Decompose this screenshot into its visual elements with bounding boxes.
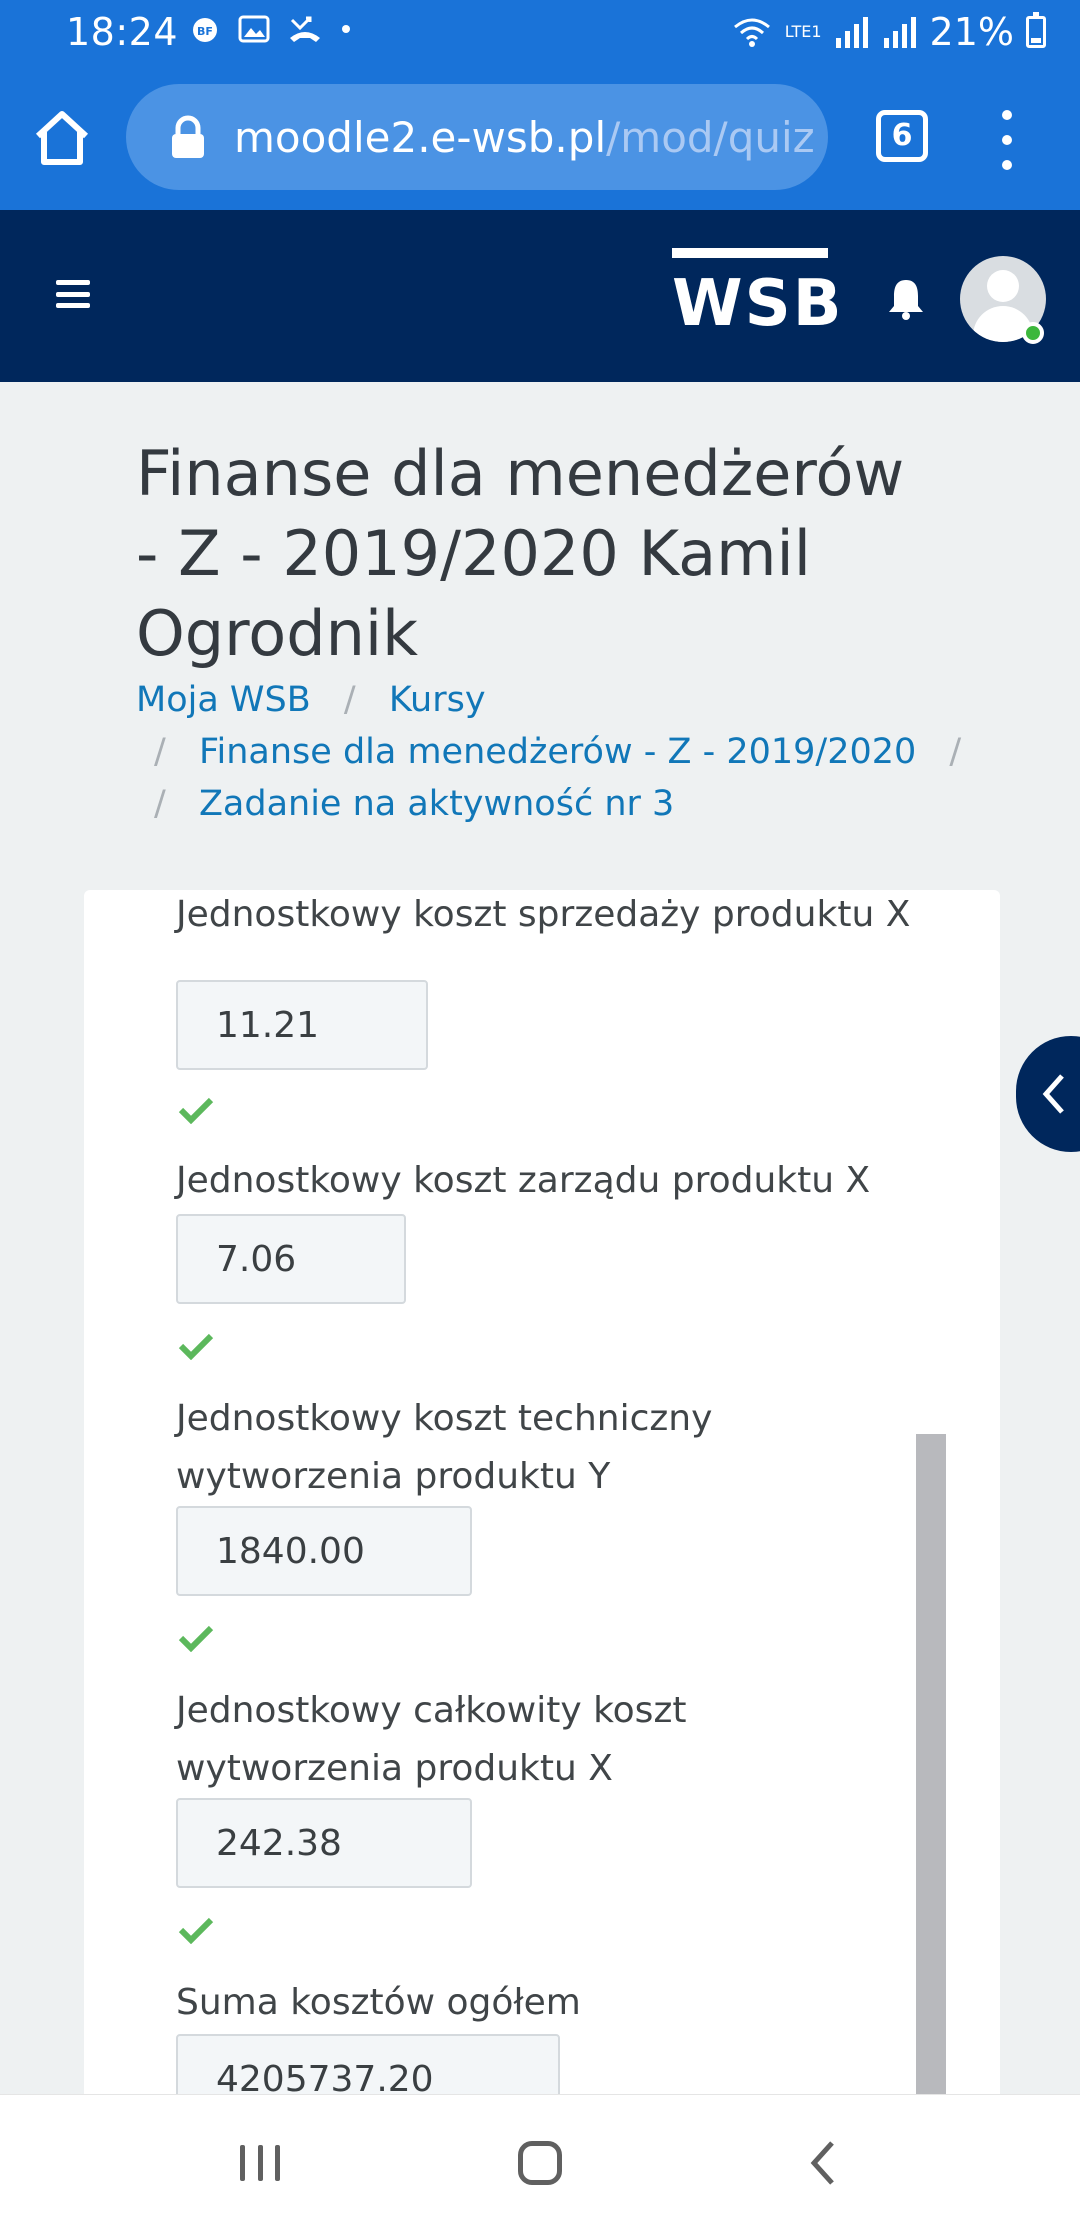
home-icon[interactable] — [30, 106, 94, 170]
lock-icon — [172, 115, 204, 158]
dot-icon — [342, 25, 350, 33]
answer-input-admin-cost-x[interactable]: 7.06 — [176, 1214, 406, 1304]
hamburger-menu-icon[interactable] — [56, 280, 90, 308]
correct-check-icon — [178, 1333, 214, 1360]
browser-toolbar: moodle2.e-wsb.pl/mod/quiz 6 — [0, 66, 1080, 210]
chevron-left-icon — [1042, 1074, 1064, 1114]
quiz-card: Jednostkowy koszt sprzedaży produktu X 1… — [84, 890, 1000, 2190]
scrollbar[interactable] — [916, 1434, 946, 2190]
correct-check-icon — [178, 1917, 214, 1944]
breadcrumb-separator: / — [949, 732, 962, 772]
notification-icons: BF — [190, 14, 352, 44]
more-menu-icon[interactable] — [990, 110, 1024, 170]
battery-percent: 21% — [929, 10, 1014, 54]
drawer-toggle-button[interactable] — [1016, 1036, 1080, 1152]
url-text: moodle2.e-wsb.pl/mod/quiz — [234, 113, 815, 162]
answer-input-total-cost-x[interactable]: 242.38 — [176, 1798, 472, 1888]
breadcrumb-separator: / — [154, 732, 166, 772]
back-icon[interactable] — [806, 2139, 840, 2187]
breadcrumb-separator: / — [154, 784, 166, 824]
home-button-icon[interactable] — [518, 2141, 562, 2185]
tab-switcher-button[interactable]: 6 — [876, 110, 928, 162]
online-status-dot — [1022, 322, 1044, 344]
field-label-total-cost-x: Jednostkowy całkowity koszt wytworzenia … — [176, 1690, 687, 1789]
system-indicators: LTE1 21% — [731, 10, 1046, 54]
wifi-icon — [733, 18, 770, 47]
url-path: /mod/quiz — [606, 112, 815, 162]
page-title: Finanse dla menedżerów - Z - 2019/2020 K… — [136, 437, 905, 670]
breadcrumb-link-course[interactable]: Finanse dla menedżerów - Z - 2019/2020 — [199, 732, 916, 772]
network-label: LTE1 — [784, 22, 822, 41]
answer-input-technical-cost-y[interactable]: 1840.00 — [176, 1506, 472, 1596]
url-host: moodle2.e-wsb.pl — [234, 112, 607, 162]
field-label-technical-cost-y: Jednostkowy koszt techniczny wytworzenia… — [176, 1398, 713, 1497]
status-time: 18:24 — [66, 10, 179, 54]
correct-check-icon — [178, 1625, 214, 1652]
image-icon — [238, 15, 270, 43]
svg-text:BF: BF — [197, 25, 213, 38]
field-label-admin-cost-x: Jednostkowy koszt zarządu produktu X — [176, 1160, 871, 1201]
breadcrumb-link-activity[interactable]: Zadanie na aktywność nr 3 — [199, 784, 674, 824]
battery-icon — [1026, 12, 1046, 48]
answer-input-selling-cost-x[interactable]: 11.21 — [176, 980, 428, 1070]
notifications-bell-icon[interactable] — [886, 276, 926, 320]
missed-call-icon — [290, 16, 320, 42]
breadcrumb-link-kursy[interactable]: Kursy — [389, 680, 486, 720]
field-label-total-costs: Suma kosztów ogółem — [176, 1982, 581, 2023]
site-navbar: WSB — [0, 210, 1080, 382]
breadcrumb-link-moja-wsb[interactable]: Moja WSB — [136, 680, 311, 720]
logo-text: WSB — [672, 267, 844, 341]
recents-icon[interactable] — [240, 2145, 280, 2181]
field-label-selling-cost-x: Jednostkowy koszt sprzedaży produktu X — [176, 894, 911, 935]
breadcrumb-separator: / — [343, 680, 356, 720]
app-notification-icon: BF — [193, 18, 217, 42]
wsb-logo[interactable]: WSB — [672, 248, 844, 348]
status-bar: 18:24 BF LTE1 21% — [0, 0, 1080, 66]
address-bar[interactable]: moodle2.e-wsb.pl/mod/quiz — [126, 84, 828, 190]
signal-icon-2 — [883, 17, 916, 48]
signal-icon — [835, 17, 868, 48]
system-navigation-bar — [0, 2094, 1080, 2220]
correct-check-icon — [178, 1097, 214, 1124]
